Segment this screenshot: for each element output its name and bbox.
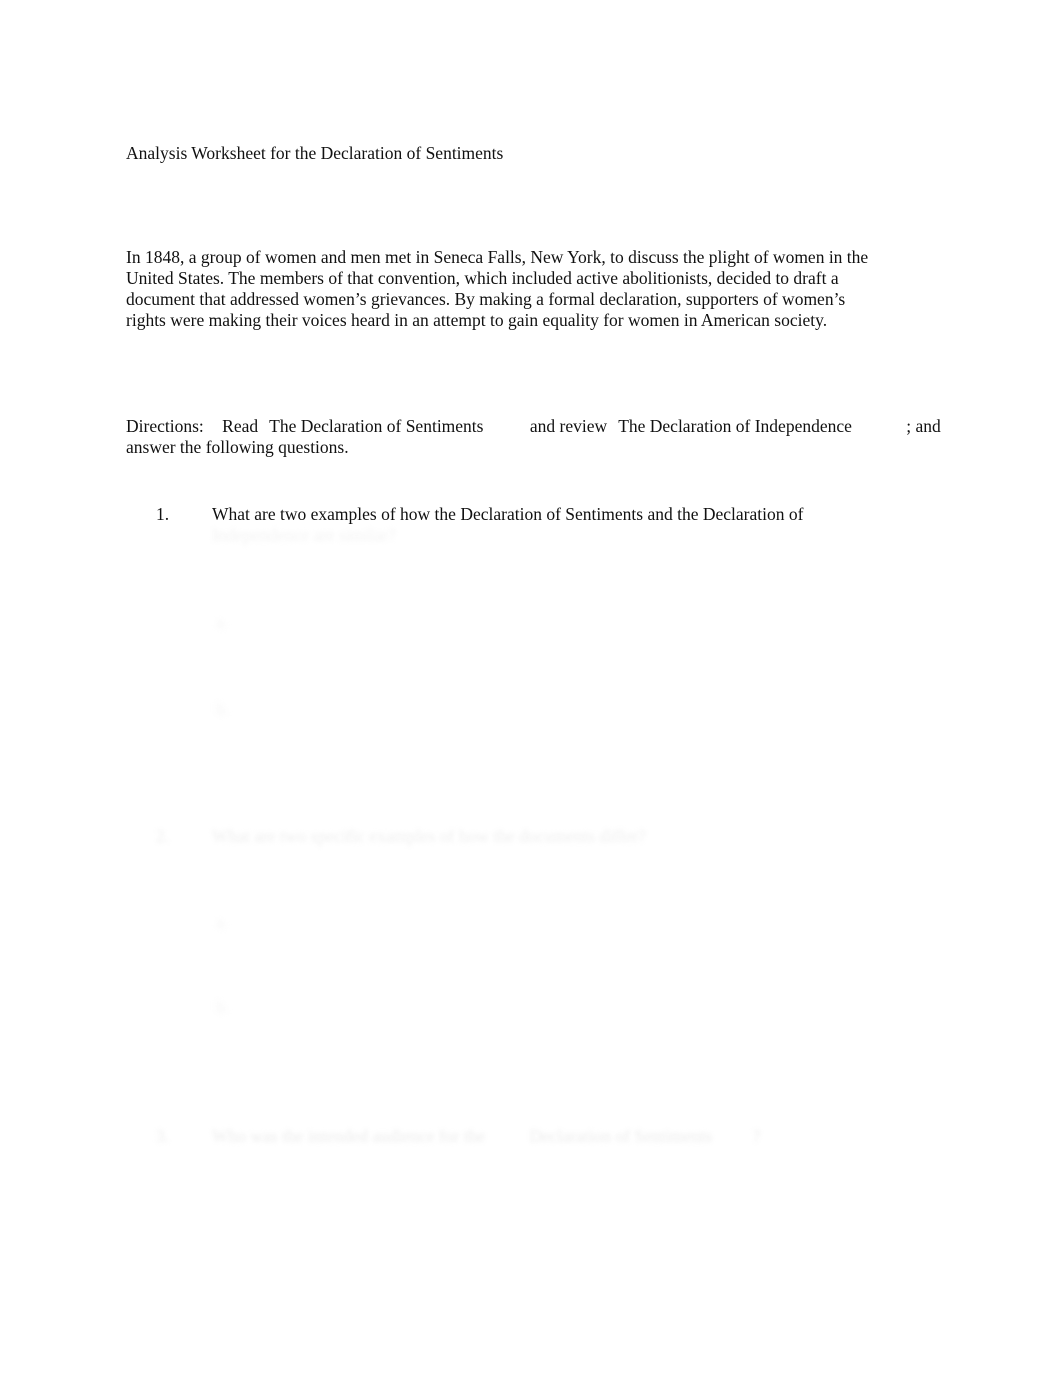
question-1-text: What are two examples of how the Declara… bbox=[212, 504, 956, 547]
question-2-sub-item-b-marker: b. bbox=[216, 997, 230, 1017]
question-3-title: Declaration of Sentiments bbox=[529, 1126, 713, 1146]
question-1-line-2-wrapper: Independence are similar? bbox=[212, 525, 956, 546]
question-2-sub-item-b: b. bbox=[216, 997, 229, 1018]
intro-paragraph: In 1848, a group of women and men met in… bbox=[126, 246, 869, 331]
question-1-sub-item-a-marker: a. bbox=[216, 612, 229, 632]
question-1-title-2: Declaration of bbox=[702, 504, 804, 524]
directions-paragraph: Directions: Read The Declaration of Sent… bbox=[126, 416, 946, 459]
directions-source-title-1: The Declaration of Sentiments bbox=[269, 415, 484, 436]
question-2-sub-item-a: a. bbox=[216, 912, 228, 933]
question-2-sub-item-a-marker: a. bbox=[216, 912, 229, 932]
question-3-lead: Who was the intended audience for the bbox=[212, 1126, 486, 1146]
question-3-text: Who was the intended audience for the De… bbox=[212, 1126, 996, 1147]
question-1-sub-item-a: a. bbox=[216, 612, 228, 633]
question-2-text: What are two specific examples of how th… bbox=[212, 826, 646, 846]
question-2-number: 2. bbox=[156, 826, 170, 846]
question-2: 2. What are two specific examples of how… bbox=[156, 826, 976, 847]
directions-read-verb: Read bbox=[222, 415, 259, 436]
question-1-mid: and the bbox=[647, 504, 699, 524]
directions-punctuation: ; bbox=[906, 415, 912, 436]
directions-label: Directions: bbox=[126, 415, 204, 436]
question-1: 1. What are two examples of how the Decl… bbox=[156, 504, 956, 547]
question-3-number: 3. bbox=[156, 1126, 170, 1146]
page-title: Analysis Worksheet for the Declaration o… bbox=[126, 143, 504, 163]
question-1-sub-item-b: b. bbox=[216, 699, 229, 720]
question-3-tail: ? bbox=[752, 1126, 761, 1146]
question-1-number: 1. bbox=[156, 504, 170, 524]
question-1-title-1: Declaration of Sentiments bbox=[460, 504, 644, 524]
document-page: Analysis Worksheet for the Declaration o… bbox=[0, 0, 1062, 1377]
question-1-line-2-tail: are similar? bbox=[313, 525, 396, 546]
directions-connector: and review bbox=[529, 415, 608, 436]
question-1-line-2: Independence bbox=[212, 525, 310, 546]
question-1-line-1: What are two examples of how the bbox=[212, 504, 456, 524]
question-3: 3. Who was the intended audience for the… bbox=[156, 1126, 996, 1147]
question-1-sub-item-b-marker: b. bbox=[216, 699, 230, 719]
directions-source-title-2: The Declaration of Independence bbox=[618, 415, 852, 436]
